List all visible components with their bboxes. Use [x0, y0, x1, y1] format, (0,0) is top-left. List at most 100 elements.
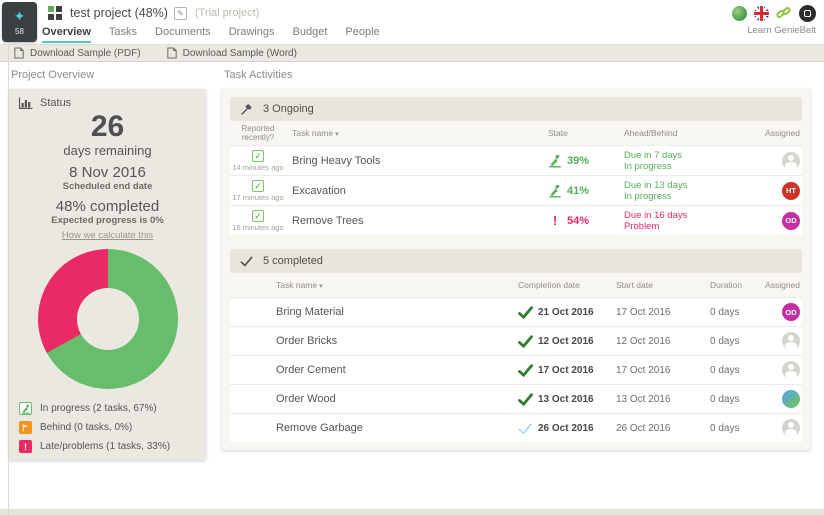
how-we-calculate-link[interactable]: How we calculate this	[19, 230, 196, 241]
col-task-name[interactable]: Task name ▾	[230, 280, 518, 290]
completed-check-icon	[518, 363, 533, 377]
duration: 0 days	[710, 422, 740, 434]
completed-check-icon	[518, 334, 533, 348]
completed-task-row[interactable]: Remove Garbage 26 Oct 2016 26 Oct 2016 0…	[230, 413, 802, 442]
sort-arrow-icon: ▾	[319, 283, 323, 290]
completed-task-row[interactable]: Order Cement 17 Oct 2016 17 Oct 2016 0 d…	[230, 355, 802, 384]
account-icon[interactable]	[799, 5, 816, 22]
pulse-icon: ✦	[13, 7, 26, 24]
task-name: Remove Garbage	[276, 422, 363, 434]
completed-task-row[interactable]: Order Wood 13 Oct 2016 13 Oct 2016 0 day…	[230, 384, 802, 413]
sort-arrow-icon: ▾	[335, 131, 339, 138]
task-name: Remove Trees	[292, 214, 364, 227]
task-activities-panel: 3 Ongoing Reported recently? Task name ▾ …	[222, 89, 810, 450]
ongoing-group-title: 3 Ongoing	[263, 103, 314, 115]
avatar	[782, 419, 800, 437]
project-title: test project (48%)	[70, 6, 168, 20]
download-pdf-button[interactable]: Download Sample (PDF)	[14, 47, 141, 59]
status-title: Status	[40, 97, 72, 109]
task-name: Order Wood	[276, 393, 336, 405]
behind-flag-icon	[19, 421, 32, 434]
reported-checkbox-icon[interactable]: ✓	[252, 209, 264, 222]
project-overview-column: Project Overview Status 26 days remainin…	[9, 62, 206, 460]
legend-label: Behind (0 tasks, 0%)	[40, 422, 133, 433]
top-bar: ✦ 58 test project (48%) ✎ (Trial project…	[0, 0, 824, 44]
problem-exclamation-icon: !	[19, 440, 32, 453]
ongoing-task-row[interactable]: ✓ 14 minutes ago Bring Heavy Tools 39% D…	[230, 145, 802, 175]
col-task-name[interactable]: Task name ▾	[286, 128, 548, 138]
col-assigned: Assigned	[765, 280, 800, 290]
col-state: State	[548, 128, 568, 138]
status-legend: In progress (2 tasks, 67%) Behind (0 tas…	[19, 399, 196, 456]
status-text: In progress	[624, 160, 672, 172]
due-text: Due in 7 days	[624, 149, 683, 161]
download-toolbar: Download Sample (PDF) Download Sample (W…	[0, 44, 824, 62]
status-donut-chart	[37, 249, 178, 389]
tab-overview[interactable]: Overview	[42, 26, 91, 43]
tab-tasks[interactable]: Tasks	[109, 26, 137, 41]
ongoing-task-row[interactable]: ✓ 16 minutes ago Remove Trees ! 54% Due …	[230, 205, 802, 235]
file-icon	[166, 47, 177, 59]
completion-date: 26 Oct 2016	[538, 422, 594, 434]
completion-date: 21 Oct 2016	[538, 306, 594, 318]
reported-time: 14 minutes ago	[232, 162, 284, 172]
start-date: 13 Oct 2016	[616, 393, 671, 405]
download-word-button[interactable]: Download Sample (Word)	[166, 47, 297, 59]
reported-checkbox-icon[interactable]: ✓	[252, 179, 264, 192]
task-name: Excavation	[292, 184, 346, 197]
task-name: Bring Heavy Tools	[292, 154, 381, 167]
scheduled-end-date: 8 Nov 2016	[69, 164, 146, 181]
progress-percent: 41%	[567, 184, 590, 197]
hammer-icon	[241, 103, 252, 115]
completed-group-header[interactable]: 5 completed	[230, 249, 802, 273]
activity-feed-toggle[interactable]: ✦ 58	[2, 2, 37, 42]
completed-check-icon	[518, 392, 533, 406]
col-reported-recently: Reported recently?	[241, 124, 275, 142]
app-window: ✦ 58 test project (48%) ✎ (Trial project…	[0, 0, 824, 515]
col-duration: Duration	[710, 280, 743, 290]
task-name: Bring Material	[276, 306, 344, 318]
download-pdf-label: Download Sample (PDF)	[30, 47, 141, 59]
tab-documents[interactable]: Documents	[155, 26, 211, 41]
completed-table-header: Task name ▾ Completion date Start date Du…	[230, 273, 802, 297]
tab-budget[interactable]: Budget	[293, 26, 328, 41]
completed-percentage: 48% completed	[55, 198, 160, 215]
ongoing-task-row[interactable]: ✓ 17 minutes ago Excavation 41% Due in 1…	[230, 175, 802, 205]
col-ahead-behind: Ahead/Behind	[624, 128, 678, 138]
progress-percent: 54%	[567, 214, 590, 227]
horizontal-scrollbar[interactable]	[0, 509, 824, 515]
duration: 0 days	[710, 364, 740, 376]
globe-icon[interactable]	[732, 6, 747, 21]
scheduled-end-date-label: Scheduled end date	[62, 181, 153, 192]
avatar	[782, 151, 800, 170]
completion-date: 12 Oct 2016	[538, 335, 594, 347]
link-icon[interactable]	[775, 5, 792, 21]
legend-in-progress: In progress (2 tasks, 67%)	[19, 399, 196, 418]
duration: 0 days	[710, 393, 740, 405]
project-logo-icon	[48, 6, 62, 20]
download-word-label: Download Sample (Word)	[182, 47, 297, 59]
tab-people[interactable]: People	[345, 26, 379, 41]
reported-time: 16 minutes ago	[232, 222, 284, 232]
project-tabs: Overview Tasks Documents Drawings Budget…	[0, 26, 824, 44]
completed-task-row[interactable]: Order Bricks 12 Oct 2016 12 Oct 2016 0 d…	[230, 326, 802, 355]
reported-checkbox-icon[interactable]: ✓	[252, 149, 264, 162]
edit-project-icon[interactable]: ✎	[173, 6, 187, 20]
left-divider	[8, 44, 9, 515]
due-text: Due in 16 days	[624, 209, 688, 221]
legend-behind: Behind (0 tasks, 0%)	[19, 418, 196, 437]
start-date: 12 Oct 2016	[616, 335, 671, 347]
file-icon	[14, 47, 24, 59]
expected-progress: Expected progress is 0%	[51, 215, 164, 226]
completed-task-row[interactable]: Bring Material 21 Oct 2016 17 Oct 2016 0…	[230, 297, 802, 326]
ongoing-group-header[interactable]: 3 Ongoing	[230, 97, 802, 121]
start-date: 26 Oct 2016	[616, 422, 671, 434]
avatar: OD	[782, 211, 800, 230]
bar-chart-icon	[19, 97, 33, 109]
task-activities-heading: Task Activities	[224, 69, 293, 81]
learn-geniebelt-link[interactable]: Learn GenieBelt	[747, 25, 816, 36]
project-overview-heading: Project Overview	[11, 69, 95, 81]
language-flag-icon[interactable]	[754, 6, 769, 21]
tab-drawings[interactable]: Drawings	[229, 26, 275, 41]
completion-date: 17 Oct 2016	[538, 364, 594, 376]
